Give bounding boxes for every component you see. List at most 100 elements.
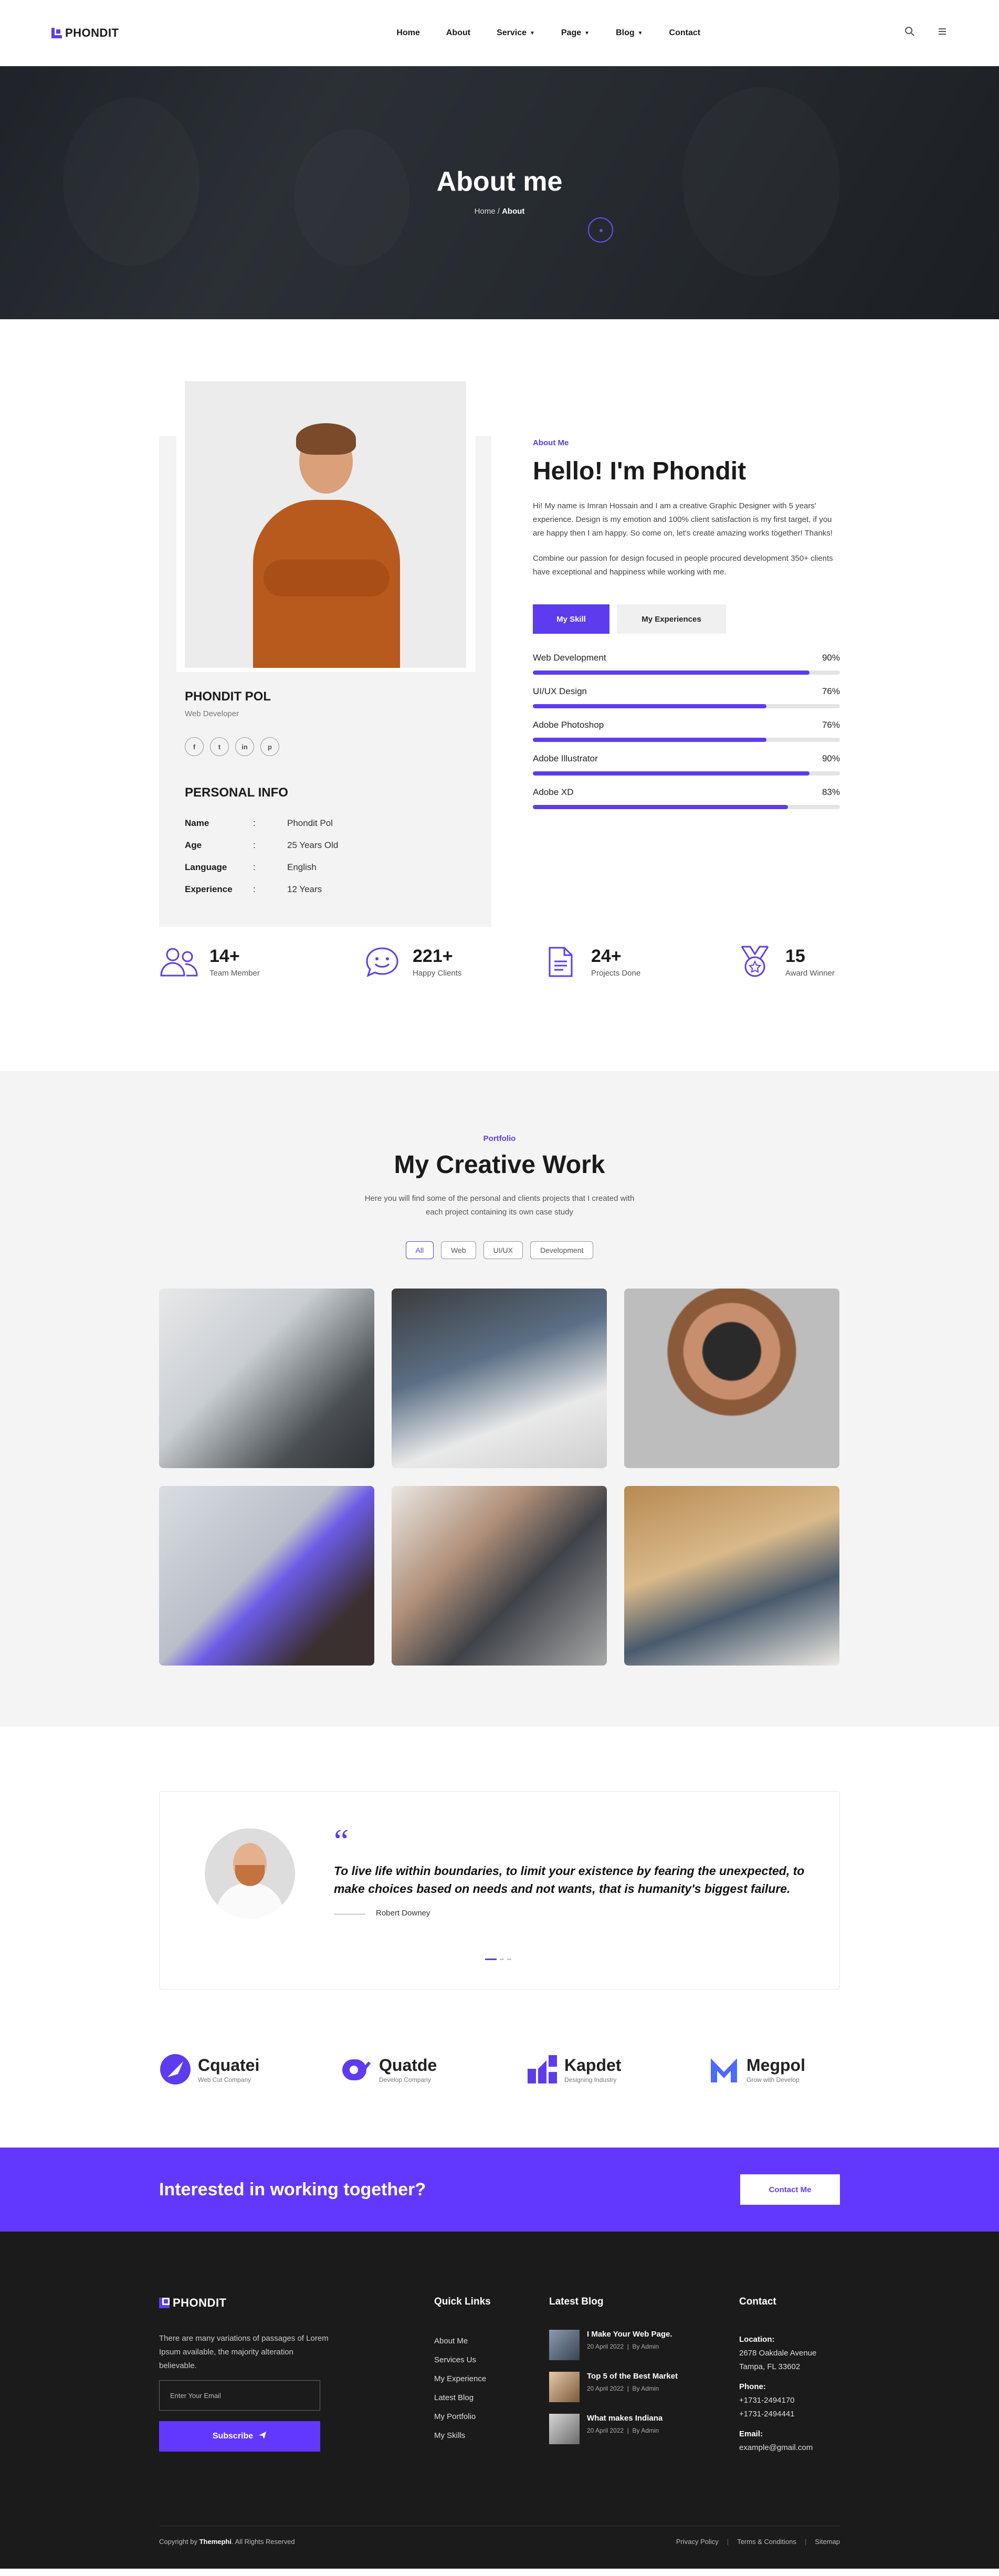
contact-me-button[interactable]: Contact Me (740, 2174, 840, 2205)
nav-contact[interactable]: Contact (669, 28, 701, 38)
portfolio-item[interactable] (159, 1289, 374, 1468)
info-sep: : (253, 884, 256, 894)
copyright: Copyright by Themephi. All Rights Reserv… (159, 2538, 295, 2546)
info-key: Name (185, 818, 209, 828)
tab-my-experiences[interactable]: My Experiences (617, 604, 726, 634)
circle-decoration-icon (588, 217, 613, 243)
slider-dot[interactable] (507, 1959, 511, 1960)
copyright-text: . All Rights Reserved (232, 2538, 295, 2546)
blog-post[interactable]: I Make Your Web Page. 20 April 2022 | By … (549, 2330, 678, 2360)
filter-development[interactable]: Development (530, 1241, 594, 1259)
slider-dot[interactable] (500, 1959, 504, 1960)
subscribe-label: Subscribe (212, 2432, 254, 2441)
nav-service[interactable]: Service ▼ (497, 28, 535, 38)
kapdet-logo-icon (528, 2055, 557, 2083)
footer-link[interactable]: About Me (434, 2332, 491, 2351)
facebook-icon[interactable]: f (185, 737, 204, 756)
profile-role: Web Developer (185, 709, 239, 718)
portfolio-item[interactable] (624, 1486, 839, 1666)
skill-percent: 90% (822, 753, 840, 763)
nav-home[interactable]: Home (396, 28, 419, 38)
skill-progress-bar (533, 738, 840, 742)
blog-thumbnail (549, 2414, 580, 2444)
terms-link[interactable]: Terms & Conditions (727, 2538, 796, 2546)
filter-all[interactable]: All (405, 1241, 434, 1259)
counter-item: 24+ Projects Done (541, 942, 640, 982)
cta-banner: Interested in working together? Contact … (0, 2148, 999, 2232)
email-label: Email: (739, 2430, 763, 2438)
footer-logo[interactable]: PHONDIT (159, 2296, 227, 2310)
search-icon[interactable] (905, 26, 915, 40)
filter-web[interactable]: Web (441, 1241, 476, 1259)
counter-label: Team Member (209, 969, 260, 978)
copyright-text: Copyright by (159, 2538, 199, 2546)
page-title: About me (436, 166, 563, 197)
skill-progress-fill (533, 805, 788, 809)
linkedin-icon[interactable]: in (235, 737, 254, 756)
nav-blog[interactable]: Blog ▼ (616, 28, 643, 38)
smile-chat-icon (362, 942, 402, 982)
portfolio-filters: All Web UI/UX Development (0, 1241, 999, 1259)
info-sep: : (253, 862, 256, 872)
nav-label: Service (497, 28, 527, 37)
skill-tabs: My Skill My Experiences (533, 604, 840, 634)
about-content: About Me Hello! I'm Phondit Hi! My name … (533, 438, 840, 821)
megpol-logo-icon (711, 2058, 737, 2082)
portfolio-section: Portfolio My Creative Work Here you will… (0, 1071, 999, 1726)
breadcrumb-home[interactable]: Home (475, 207, 496, 216)
portfolio-item[interactable] (159, 1486, 374, 1666)
medal-icon (735, 942, 775, 982)
subscribe-button[interactable]: Subscribe (159, 2421, 320, 2452)
brand-name: Kapdet (564, 2055, 622, 2075)
testimonial-section: “ To live life within boundaries, to lim… (0, 1726, 999, 2148)
portfolio-item[interactable] (392, 1486, 607, 1666)
nav-about[interactable]: About (446, 28, 470, 38)
brand-tagline: Develop Company (379, 2076, 431, 2083)
counter-label: Happy Clients (413, 969, 462, 978)
cquatei-logo-icon (160, 2054, 191, 2085)
twitter-icon[interactable]: t (210, 737, 229, 756)
privacy-policy-link[interactable]: Privacy Policy (676, 2538, 719, 2546)
pinterest-icon[interactable]: p (260, 737, 279, 756)
blog-post-title: What makes Indiana (587, 2414, 663, 2423)
blog-post[interactable]: Top 5 of the Best Market 20 April 2022 | … (549, 2372, 678, 2402)
footer-link[interactable]: Latest Blog (434, 2389, 491, 2407)
nav-page[interactable]: Page ▼ (561, 28, 590, 38)
cta-title: Interested in working together? (159, 2179, 426, 2200)
social-links: f t in p (185, 737, 279, 756)
filter-uiux[interactable]: UI/UX (483, 1241, 523, 1259)
info-value: 12 Years (287, 884, 322, 894)
main-nav: Home About Service ▼ Page ▼ Blog ▼ Contact (396, 28, 700, 38)
info-value: 25 Years Old (287, 840, 339, 850)
footer-link[interactable]: My Portfolio (434, 2407, 491, 2426)
skill-item: UI/UX Design 76% (533, 686, 840, 708)
avatar-body (216, 1883, 283, 1919)
slider-dot-active[interactable] (485, 1959, 497, 1960)
info-row: Language: English (185, 862, 338, 884)
counter-number: 24+ (591, 946, 622, 966)
nav-label: Home (396, 28, 420, 37)
site-logo[interactable]: PHONDIT (51, 26, 119, 40)
menu-icon[interactable] (937, 26, 948, 40)
skill-name: Web Development (533, 653, 606, 663)
email-address[interactable]: example@gmail.com (739, 2443, 813, 2452)
email-field[interactable]: Enter Your Email (159, 2380, 320, 2411)
chevron-down-icon: ▼ (530, 30, 535, 36)
footer-link[interactable]: Services Us (434, 2351, 491, 2370)
portfolio-eyebrow: Portfolio (483, 1134, 516, 1143)
footer-link[interactable]: My Skills (434, 2426, 491, 2445)
phone-number[interactable]: +1731-2494170 (739, 2396, 795, 2405)
sitemap-link[interactable]: Sitemap (805, 2538, 840, 2546)
skill-item: Web Development 90% (533, 653, 840, 675)
blog-post[interactable]: What makes Indiana 20 April 2022 | By Adm… (549, 2414, 678, 2444)
copyright-brand[interactable]: Themephi (199, 2538, 232, 2546)
phone-number[interactable]: +1731-2494441 (739, 2410, 795, 2418)
footer-link[interactable]: My Experience (434, 2370, 491, 2389)
brand-name: Megpol (746, 2055, 805, 2075)
portfolio-item[interactable] (624, 1289, 839, 1468)
counter-label: Projects Done (591, 969, 641, 978)
slider-dots (485, 1959, 511, 1960)
site-header: PHONDIT Home About Service ▼ Page ▼ Blog ▼ … (0, 0, 999, 66)
portfolio-item[interactable] (392, 1289, 607, 1468)
tab-my-skill[interactable]: My Skill (533, 604, 609, 634)
